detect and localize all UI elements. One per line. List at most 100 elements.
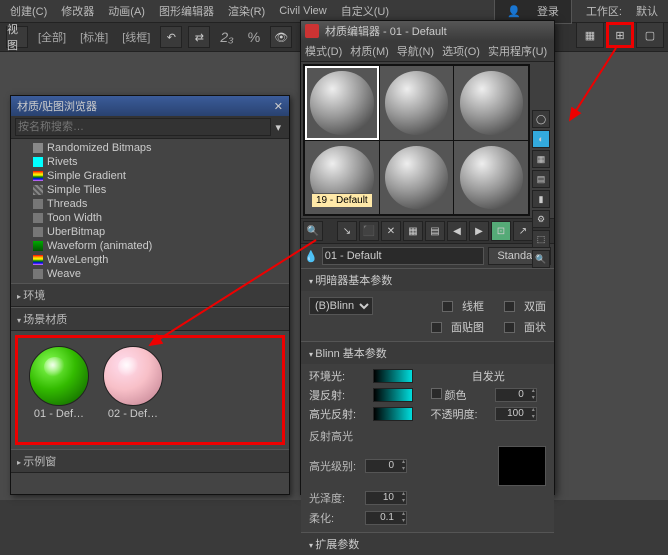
soften-spinner[interactable]: 0.1	[365, 511, 407, 525]
selfcolor-checkbox[interactable]	[431, 388, 442, 399]
menu-anim[interactable]: 动画(A)	[102, 1, 151, 21]
browser-close-icon[interactable]: ✕	[274, 100, 283, 113]
ambient-color[interactable]	[373, 369, 413, 383]
selfillum-spinner[interactable]: 0	[495, 388, 537, 402]
faceted-checkbox[interactable]	[504, 322, 515, 333]
side-btn-backlight[interactable]: ◐	[532, 130, 550, 148]
tool-pct[interactable]: %	[244, 27, 264, 47]
tree-item[interactable]: Randomized Bitmaps	[11, 141, 289, 155]
view-dropdown[interactable]: 视图	[6, 26, 28, 48]
highlight-curve	[498, 446, 546, 486]
cmd-btn-3[interactable]: ▢	[636, 22, 664, 48]
speclevel-spinner[interactable]: 0	[365, 459, 407, 473]
side-btn-magnify[interactable]: 🔍	[532, 250, 550, 268]
material-name-input[interactable]	[322, 247, 485, 265]
sample-slot[interactable]	[305, 66, 379, 140]
color-ck-label: 颜色	[445, 390, 467, 402]
twoside-label: 双面	[524, 298, 546, 314]
menu-graph[interactable]: 图形编辑器	[153, 1, 220, 21]
cmd-btn-1[interactable]: ▦	[576, 22, 604, 48]
tree-item[interactable]: Weave	[11, 267, 289, 281]
shader-rollout-header[interactable]: 明暗器基本参数	[301, 269, 554, 291]
scene-material-2[interactable]: 02 - Def…	[100, 346, 166, 434]
wire-checkbox[interactable]	[442, 301, 453, 312]
side-btn-select[interactable]: ⬚	[532, 230, 550, 248]
blinn-rollout-header[interactable]: Blinn 基本参数	[301, 342, 554, 364]
tool-23[interactable]: 2₃	[216, 27, 237, 47]
sample-section-header[interactable]: 示例窗	[11, 449, 289, 473]
tb-pick[interactable]: ⊡	[491, 221, 511, 241]
spec-color[interactable]	[373, 407, 413, 421]
side-btn-video[interactable]: ▮	[532, 190, 550, 208]
search-dropdown-icon[interactable]: ▾	[271, 121, 285, 134]
preset-hot[interactable]: [标准]	[76, 27, 112, 47]
mat-sphere-pink	[103, 346, 163, 406]
side-btn-uv[interactable]: ▤	[532, 170, 550, 188]
tool-eye[interactable]: 👁	[270, 26, 292, 48]
material-editor-button[interactable]: ⊞	[606, 22, 634, 48]
tb-put[interactable]: ↘	[337, 221, 357, 241]
tool-undo[interactable]: ↶	[160, 26, 182, 48]
dropper-icon[interactable]: 💧	[304, 250, 318, 263]
menu-mode[interactable]: 模式(D)	[305, 43, 342, 59]
sample-slot[interactable]	[380, 66, 454, 140]
wire-label: 线框	[462, 298, 484, 314]
tb-assign[interactable]: ⬛	[359, 221, 379, 241]
selfillum-label: 自发光	[431, 368, 547, 384]
material-editor-window: 材质编辑器 - 01 - Default 模式(D) 材质(M) 导航(N) 选…	[300, 20, 555, 495]
sample-slot[interactable]	[454, 66, 528, 140]
sample-slot[interactable]	[454, 141, 528, 215]
menu-render[interactable]: 渲染(R)	[222, 1, 271, 21]
tree-item[interactable]: UberBitmap	[11, 225, 289, 239]
preset-line[interactable]: [线框]	[118, 27, 154, 47]
tree-item[interactable]: Simple Tiles	[11, 183, 289, 197]
speccolor-label: 高光反射:	[309, 406, 365, 422]
side-btn-bg[interactable]: ▦	[532, 150, 550, 168]
ambient-label: 环境光:	[309, 368, 365, 384]
sample-slot[interactable]	[380, 141, 454, 215]
menu-options[interactable]: 选项(O)	[442, 43, 480, 59]
tree-item[interactable]: Simple Gradient	[11, 169, 289, 183]
tb-show[interactable]: ▤	[425, 221, 445, 241]
mat-label: 02 - Def…	[108, 408, 158, 420]
workspace-default[interactable]: 默认	[630, 1, 664, 21]
diffuse-color[interactable]	[373, 388, 413, 402]
search-input[interactable]	[15, 118, 271, 136]
opacity-spinner[interactable]: 100	[495, 407, 537, 421]
get-material-button[interactable]: 🔍	[303, 221, 323, 241]
menu-create[interactable]: 创建(C)	[4, 1, 53, 21]
menu-nav[interactable]: 导航(N)	[397, 43, 434, 59]
scene-material-1[interactable]: 01 - Def…	[26, 346, 92, 434]
tree-item[interactable]: Rivets	[11, 155, 289, 169]
menu-modifier[interactable]: 修改器	[55, 1, 100, 21]
shader-select[interactable]: (B)Blinn	[309, 297, 373, 315]
browser-titlebar[interactable]: 材质/贴图浏览器 ✕	[11, 96, 289, 116]
tree-item[interactable]: Waveform (animated)	[11, 239, 289, 253]
soften-label: 柔化:	[309, 510, 359, 526]
menu-material[interactable]: 材质(M)	[350, 43, 389, 59]
tree-item[interactable]: WaveLength	[11, 253, 289, 267]
menu-civil[interactable]: Civil View	[273, 3, 332, 19]
preset-all[interactable]: [全部]	[34, 27, 70, 47]
env-section-header[interactable]: 环境	[11, 283, 289, 307]
scene-mat-header[interactable]: 场景材质	[11, 307, 289, 331]
tb-nav2[interactable]: ▶	[469, 221, 489, 241]
ext-rollout-header[interactable]: 扩展参数	[301, 533, 554, 555]
facemap-checkbox[interactable]	[431, 322, 442, 333]
editor-title-text: 材质编辑器 - 01 - Default	[325, 23, 447, 39]
tree-item[interactable]: Toon Width	[11, 211, 289, 225]
gloss-spinner[interactable]: 10	[365, 491, 407, 505]
twoside-checkbox[interactable]	[504, 301, 515, 312]
tree-item[interactable]: Threads	[11, 197, 289, 211]
tb-reset[interactable]: ✕	[381, 221, 401, 241]
tb-go[interactable]: ↗	[513, 221, 533, 241]
tb-make[interactable]: ▦	[403, 221, 423, 241]
menu-util[interactable]: 实用程序(U)	[488, 43, 547, 59]
editor-titlebar[interactable]: 材质编辑器 - 01 - Default	[301, 21, 554, 41]
sample-slot[interactable]: 19 - Default	[305, 141, 379, 215]
side-btn-sample-type[interactable]: ◯	[532, 110, 550, 128]
side-btn-options[interactable]: ⚙	[532, 210, 550, 228]
tool-link[interactable]: ⇄	[188, 26, 210, 48]
tb-nav1[interactable]: ◀	[447, 221, 467, 241]
menu-custom[interactable]: 自定义(U)	[335, 1, 395, 21]
